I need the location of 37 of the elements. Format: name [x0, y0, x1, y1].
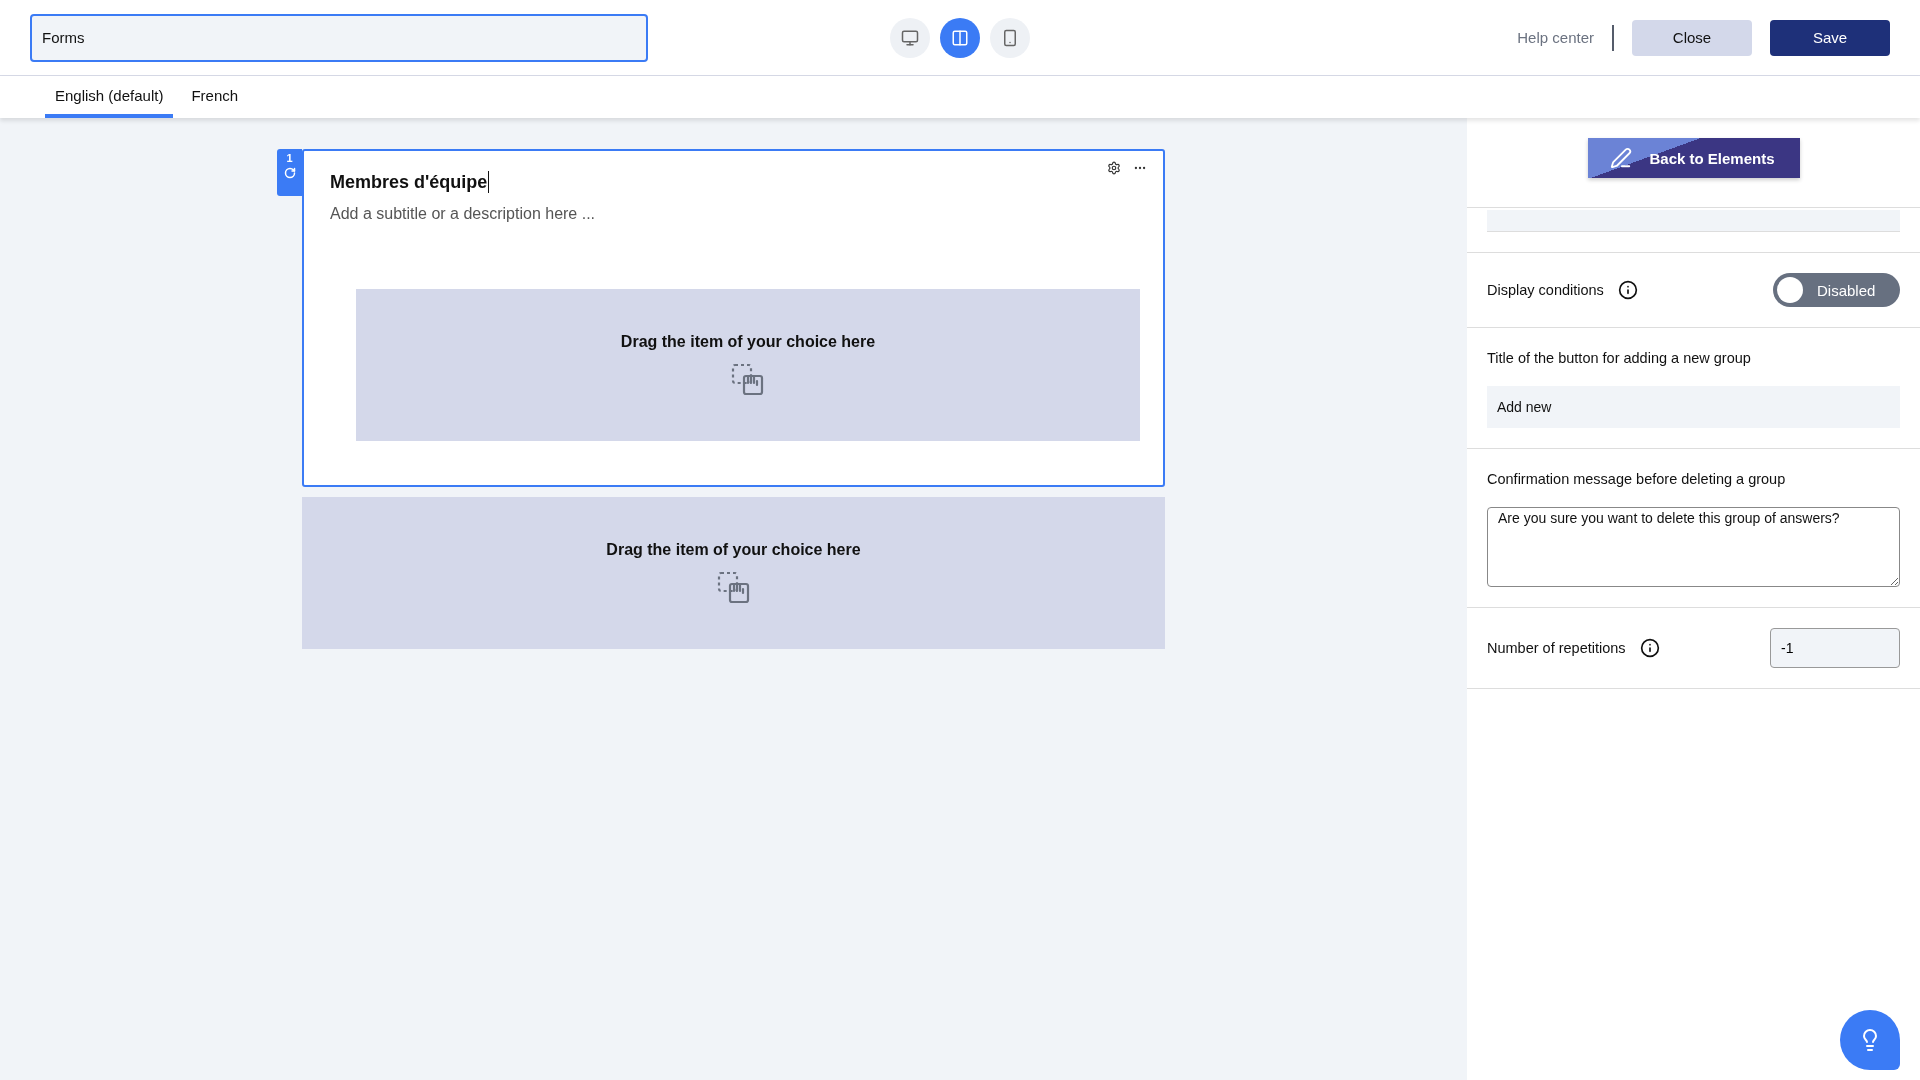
drop-zone[interactable]: Drag the item of your choice here — [356, 289, 1140, 441]
language-tab[interactable]: English (default) — [45, 76, 174, 118]
form-title-field[interactable]: Forms — [30, 13, 648, 62]
mobile-view-button[interactable] — [990, 17, 1030, 58]
group-number: 1 — [286, 152, 293, 164]
desktop-view-button[interactable] — [890, 17, 930, 58]
split-columns-icon — [951, 28, 969, 47]
save-button[interactable]: Save — [1770, 19, 1890, 56]
button-title-field[interactable]: Add new — [1487, 386, 1900, 428]
field-label: Number of repetitions — [1487, 640, 1626, 656]
repeat-icon — [283, 167, 296, 179]
display-conditions-toggle[interactable]: Disabled — [1773, 273, 1900, 307]
field-label: Title of the button for adding a new group — [1487, 350, 1752, 366]
field-label: Display conditions — [1487, 282, 1604, 298]
field-label: Confirmation message before deleting a group — [1487, 471, 1787, 487]
drop-zone[interactable]: Drag the item of your choice here — [302, 497, 1165, 649]
group-title[interactable]: Membres d'équipe — [330, 171, 488, 193]
info-icon[interactable] — [1617, 280, 1638, 300]
split-view-button[interactable] — [940, 17, 980, 58]
help-center-link[interactable]: Help center — [1517, 29, 1594, 46]
drop-zone-label: Drag the item of your choice here — [620, 333, 876, 351]
empty-field[interactable] — [1487, 210, 1900, 232]
back-to-elements-button[interactable]: Back to Elements — [1587, 138, 1800, 178]
drag-drop-icon — [716, 571, 751, 605]
tips-button[interactable] — [1840, 1010, 1900, 1070]
info-icon[interactable] — [1639, 638, 1660, 658]
pen-icon — [1609, 147, 1632, 169]
subtitle-placeholder[interactable]: Add a subtitle or a description here ... — [330, 205, 1163, 223]
monitor-icon — [901, 28, 919, 47]
language-tab[interactable]: French — [181, 76, 249, 118]
settings-icon[interactable] — [1107, 161, 1121, 175]
drag-drop-icon — [731, 363, 765, 397]
close-button[interactable]: Close — [1632, 19, 1752, 56]
repetitions-field[interactable]: -1 — [1770, 628, 1900, 668]
phone-icon — [1001, 28, 1019, 47]
drop-zone-label: Drag the item of your choice here — [606, 541, 861, 559]
confirmation-message-field[interactable]: Are you sure you want to delete this group of answers? — [1487, 507, 1900, 587]
